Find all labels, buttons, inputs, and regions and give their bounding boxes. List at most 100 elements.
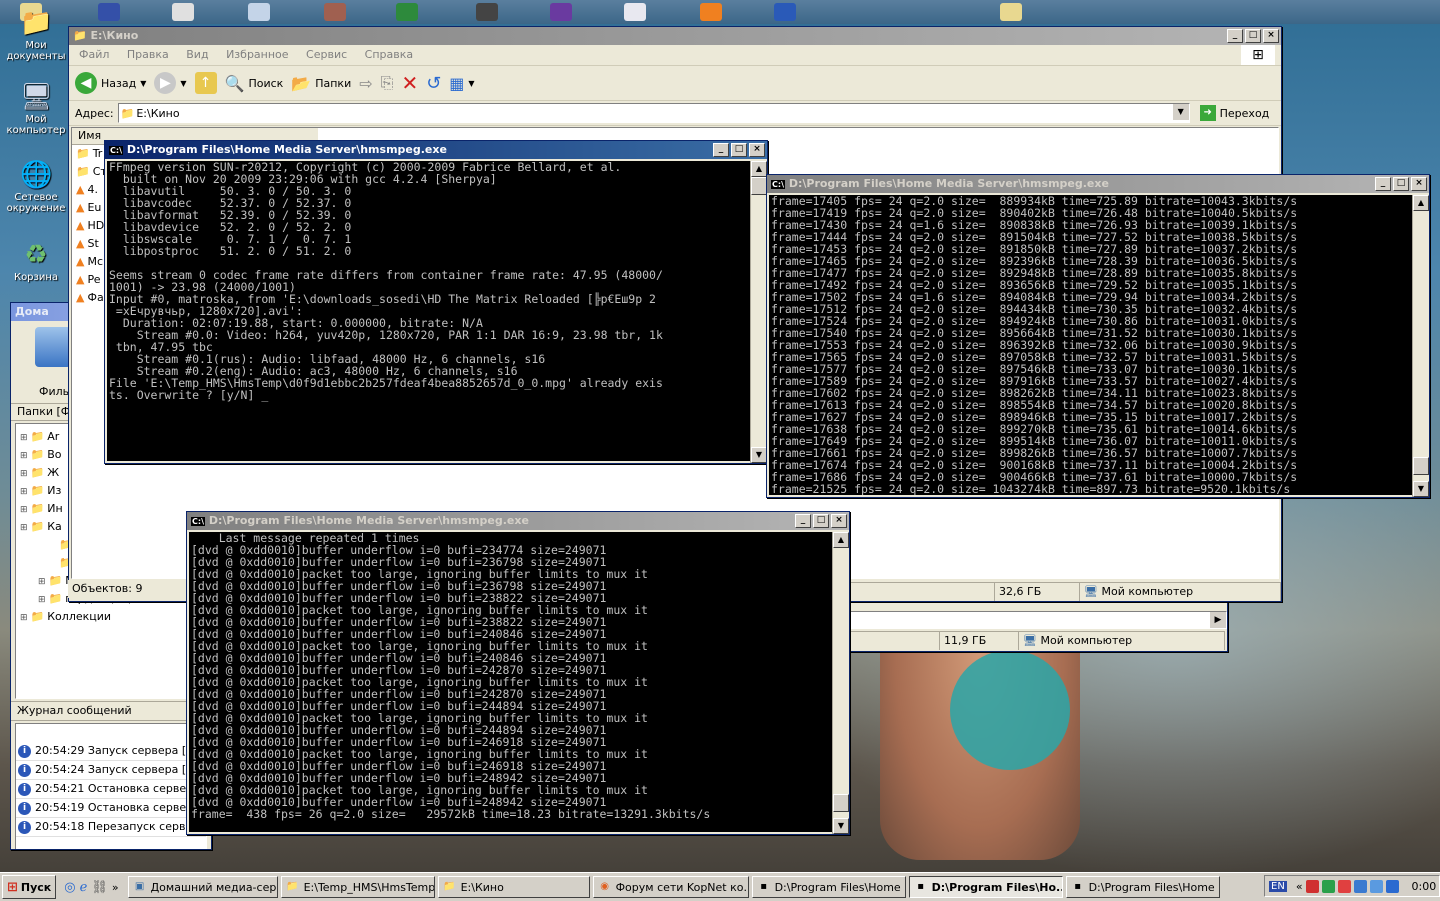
vertical-scrollbar[interactable]: ▲ ▼	[832, 532, 849, 834]
taskbar-button[interactable]: ▪ D:\Program Files\Ho...	[908, 876, 1063, 898]
horizontal-scrollbar[interactable]: ▶	[821, 611, 1227, 629]
scroll-down-arrow-icon[interactable]: ▼	[751, 447, 767, 463]
copy-to-button[interactable]: ⎘	[381, 73, 394, 93]
menu-help[interactable]: Справка	[365, 48, 413, 61]
scroll-down-arrow-icon[interactable]: ▼	[1413, 481, 1429, 497]
menu-file[interactable]: Файл	[79, 48, 109, 61]
move-to-button[interactable]: ⇨	[359, 74, 372, 93]
search-button[interactable]: 🔍 Поиск	[225, 74, 284, 93]
scroll-up-arrow-icon[interactable]: ▲	[833, 532, 849, 548]
console-output[interactable]: Last message repeated 1 times [dvd @ 0xdd…	[189, 532, 833, 832]
minimize-icon[interactable]: _	[713, 143, 729, 157]
tray-expand-toggle[interactable]: «	[1296, 880, 1303, 893]
app-icon[interactable]	[624, 3, 646, 21]
console-titlebar[interactable]: C:\ D:\Program Files\Home Media Server\h…	[767, 175, 1429, 193]
tray-network-icon[interactable]	[1353, 879, 1367, 893]
go-button[interactable]: ➜ Переход	[1199, 105, 1269, 121]
console-window-2[interactable]: C:\ D:\Program Files\Home Media Server\h…	[766, 174, 1430, 498]
desktop-icon-computer[interactable]: 🖥 Мой компьютер	[4, 82, 68, 136]
undo-button[interactable]: ↺	[426, 73, 441, 94]
expand-toggle-icon[interactable]: ⊞	[20, 451, 28, 461]
desktop-icon-documents[interactable]: 📁 Мои документы	[4, 8, 68, 62]
maximize-icon[interactable]: □	[1245, 29, 1261, 43]
desktop-icon-recycle-bin[interactable]: ♻ Корзина	[4, 240, 68, 283]
tree-item[interactable]: ⊞ 📁 Коллекции	[16, 608, 206, 626]
app-icon[interactable]	[550, 3, 572, 21]
folder-icon[interactable]	[1000, 3, 1022, 21]
archive-icon[interactable]	[324, 3, 346, 21]
back-button[interactable]: ◀ Назад ▼	[75, 72, 146, 94]
message-log[interactable]: i 20:54:29 Запуск сервера [19 i 20:54:24 За…	[15, 723, 207, 849]
log-entry[interactable]: i 20:54:19 Остановка сервера	[16, 799, 206, 818]
console-titlebar[interactable]: C:\ D:\Program Files\Home Media Server\h…	[105, 141, 767, 159]
internet-explorer-icon[interactable]: ℯ	[80, 880, 88, 895]
taskbar-button[interactable]: ◉ Форум сети KopNet ко...	[592, 876, 749, 898]
scroll-thumb[interactable]	[1413, 457, 1429, 475]
scroll-down-arrow-icon[interactable]: ▼	[833, 818, 849, 834]
film-icon[interactable]	[35, 327, 71, 367]
scroll-up-arrow-icon[interactable]: ▲	[1413, 195, 1429, 211]
log-entry[interactable]: i 20:54:24 Запуск сервера [10	[16, 761, 206, 780]
network-icon[interactable]: ⛓	[91, 880, 108, 895]
expand-toggle-icon[interactable]: ⊞	[20, 469, 28, 479]
menu-favorites[interactable]: Избранное	[226, 48, 288, 61]
minimize-icon[interactable]: _	[795, 514, 811, 528]
second-explorer-window[interactable]: ▶ 11,9 ГБ 🖥 Мой компьютер	[820, 600, 1228, 652]
expand-toggle-icon[interactable]: ⊞	[38, 577, 46, 587]
taskbar-button[interactable]: ▪ D:\Program Files\Home ...	[1065, 876, 1220, 898]
console-window-3[interactable]: C:\ D:\Program Files\Home Media Server\h…	[186, 511, 850, 835]
start-button[interactable]: ⊞ Пуск	[2, 875, 57, 899]
expand-toggle-icon[interactable]: ⊞	[20, 487, 28, 497]
expand-toggle-icon[interactable]: ⊞	[20, 523, 28, 533]
close-icon[interactable]: ×	[1411, 177, 1427, 191]
image-file-icon[interactable]	[248, 3, 270, 21]
desktop-icon-network[interactable]: 🌐 Сетевое окружение	[4, 160, 68, 214]
chevron-right-icon[interactable]: »	[112, 881, 119, 894]
console-output[interactable]: frame=17405 fps= 24 q=2.0 size= 889934kB…	[769, 195, 1413, 495]
word-file-icon[interactable]	[774, 3, 796, 21]
tray-app-icon[interactable]	[1305, 879, 1319, 893]
close-icon[interactable]: ×	[831, 514, 847, 528]
expand-toggle-icon[interactable]: ⊞	[20, 613, 28, 623]
taskbar-button[interactable]: ▪ D:\Program Files\Home ...	[751, 876, 906, 898]
language-indicator[interactable]: EN	[1269, 880, 1287, 892]
address-input[interactable]: 📁 E:\Кино ▼	[117, 103, 1190, 123]
forward-button[interactable]: ▶ ▼	[154, 72, 187, 94]
up-button[interactable]: ↑	[194, 72, 217, 94]
console-output[interactable]: FFmpeg version SUN-r20212, Copyright (c)…	[107, 161, 751, 461]
tray-app-icon[interactable]	[1337, 879, 1351, 893]
taskbar-button[interactable]: ▣ Домашний медиа-серв...	[127, 876, 278, 898]
excel-file-icon[interactable]	[396, 3, 418, 21]
close-icon[interactable]: ×	[749, 143, 765, 157]
tray-app-icon[interactable]	[1321, 879, 1335, 893]
taskbar-button[interactable]: 📁 E:\Кино	[437, 876, 590, 898]
menu-view[interactable]: Вид	[186, 48, 208, 61]
expand-toggle-icon[interactable]: ⊞	[20, 433, 28, 443]
toolbar-label[interactable]: Филь	[39, 385, 69, 398]
expand-toggle-icon[interactable]: ⊞	[20, 505, 28, 515]
vertical-scrollbar[interactable]: ▲ ▼	[750, 161, 767, 463]
app-icon[interactable]	[172, 3, 194, 21]
vlc-icon[interactable]	[700, 3, 722, 21]
console-window-1[interactable]: C:\ D:\Program Files\Home Media Server\h…	[104, 140, 768, 464]
scroll-thumb[interactable]	[833, 794, 849, 812]
menu-edit[interactable]: Правка	[127, 48, 169, 61]
console-titlebar[interactable]: C:\ D:\Program Files\Home Media Server\h…	[187, 512, 849, 530]
log-entry[interactable]: i 20:54:29 Запуск сервера [19	[16, 742, 206, 761]
app-icon[interactable]	[476, 3, 498, 21]
expand-toggle-icon[interactable]: ⊞	[38, 595, 46, 605]
app-icon[interactable]	[98, 3, 120, 21]
views-button[interactable]: ▦ ▼	[449, 74, 474, 93]
maximize-icon[interactable]: □	[1393, 177, 1409, 191]
folders-button[interactable]: 📂 Папки	[291, 74, 351, 93]
scroll-right-arrow-icon[interactable]: ▶	[1210, 612, 1226, 628]
log-entry[interactable]: i 20:54:21 Остановка сервера	[16, 780, 206, 799]
log-entry[interactable]: i 20:54:18 Перезапуск сервер	[16, 818, 206, 837]
tray-app-icon[interactable]	[1369, 879, 1383, 893]
maximize-icon[interactable]: □	[731, 143, 747, 157]
taskbar-button[interactable]: 📁 E:\Temp_HMS\HmsTemp	[280, 876, 435, 898]
delete-button[interactable]: ✕	[401, 71, 418, 95]
vertical-scrollbar[interactable]: ▲ ▼	[1412, 195, 1429, 497]
menu-tools[interactable]: Сервис	[306, 48, 347, 61]
minimize-icon[interactable]: _	[1227, 29, 1243, 43]
